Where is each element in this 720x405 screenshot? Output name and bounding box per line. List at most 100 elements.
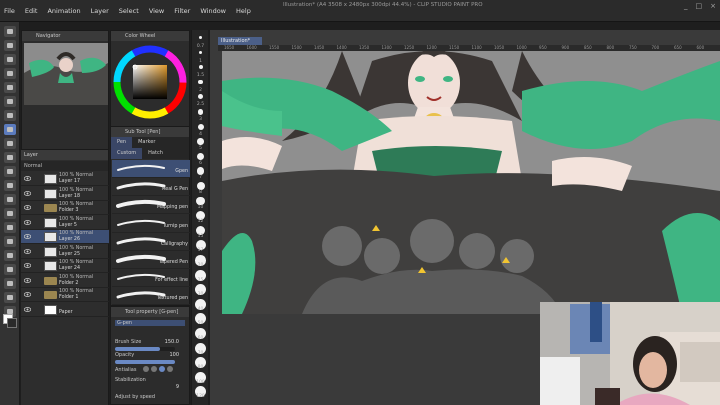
layer-row[interactable]: 100 % Normal Layer 18 <box>21 187 109 201</box>
layer-row[interactable]: 100 % Normal Folder 3 <box>21 201 109 215</box>
layer-row[interactable]: 100 % Normal Folder 1 <box>21 288 109 302</box>
menu-view[interactable]: View <box>149 7 164 15</box>
layer-row[interactable]: 100 % Normal Layer 5 <box>21 216 109 230</box>
brush-item[interactable]: Real G Pen <box>112 178 190 197</box>
visibility-eye-icon[interactable] <box>23 176 32 181</box>
visibility-eye-icon[interactable] <box>23 248 32 254</box>
tab-marker[interactable]: Marker <box>132 137 161 148</box>
menu-layer[interactable]: Layer <box>91 7 109 15</box>
visibility-eye-icon[interactable] <box>23 263 32 268</box>
move-tool-icon[interactable] <box>4 40 16 51</box>
brush-size-preset-value: 80 <box>197 365 204 371</box>
selection-tool-icon[interactable] <box>4 82 16 93</box>
brush-item[interactable]: Mapping pen <box>112 196 190 215</box>
adjust-by-speed-label[interactable]: Adjust by speed <box>115 394 155 400</box>
brush-size-preset[interactable] <box>198 50 203 55</box>
eyedropper-tool-icon[interactable] <box>4 110 16 121</box>
visibility-eye-icon[interactable] <box>23 234 32 239</box>
layer-row[interactable]: 100 % Normal Layer 25 <box>21 245 109 259</box>
canvas[interactable] <box>222 51 720 314</box>
brush-size-label: Brush Size <box>115 339 142 345</box>
brush-size-preset[interactable] <box>196 167 205 175</box>
visibility-eye-icon[interactable] <box>23 292 32 297</box>
layer-row[interactable]: 100 % Normal Layer 24 <box>21 259 109 273</box>
menu-filter[interactable]: Filter <box>174 7 190 15</box>
brush-item[interactable]: Tapered Pen <box>112 251 190 269</box>
brush-item[interactable]: Gpen <box>112 160 190 178</box>
maximize-button[interactable]: □ <box>696 2 703 10</box>
tab-custom[interactable]: Custom <box>111 148 143 159</box>
balloon-tool-icon[interactable] <box>4 292 16 303</box>
layer-row[interactable]: 100 % Normal Layer 26 <box>21 230 109 244</box>
visibility-eye-icon[interactable] <box>23 277 32 283</box>
brush-size-preset[interactable] <box>196 182 205 190</box>
text-tool-icon[interactable] <box>4 278 16 289</box>
brush-size-preset[interactable] <box>198 65 203 70</box>
move-layer-tool-icon[interactable] <box>4 68 16 79</box>
tab-pen[interactable]: Pen <box>111 137 133 148</box>
brush-name: Turnip pen <box>162 223 188 229</box>
ruler-mark: 650 <box>674 45 682 50</box>
brush-size-preset[interactable] <box>198 94 203 100</box>
gradient-tool-icon[interactable] <box>4 236 16 247</box>
minimize-button[interactable]: _ <box>684 2 688 10</box>
blend-tool-icon[interactable] <box>4 208 16 219</box>
zoom-tool-icon[interactable] <box>4 26 16 37</box>
figure-tool-icon[interactable] <box>4 250 16 261</box>
layer-blend-info: 100 % Normal <box>59 216 94 222</box>
visibility-eye-icon[interactable] <box>23 190 32 196</box>
visibility-eye-icon[interactable] <box>23 219 32 225</box>
brush-size-preset-value: 12 <box>197 219 204 225</box>
frame-tool-icon[interactable] <box>4 264 16 275</box>
brush-size-preset[interactable] <box>197 138 204 145</box>
color-wheel[interactable] <box>111 42 189 128</box>
close-button[interactable]: × <box>710 2 716 10</box>
operation-tool-icon[interactable] <box>4 54 16 65</box>
pen-tool-icon[interactable] <box>4 124 16 135</box>
sub-color-swatch[interactable] <box>7 318 17 328</box>
eraser-tool-icon[interactable] <box>4 194 16 205</box>
brush-tool-icon[interactable] <box>4 152 16 163</box>
menu-window[interactable]: Window <box>200 7 226 15</box>
navigator-preview[interactable] <box>24 43 108 105</box>
ruler-mark: 800 <box>606 45 615 50</box>
antialias-options[interactable] <box>143 366 173 372</box>
menu-select[interactable]: Select <box>119 7 139 15</box>
airbrush-tool-icon[interactable] <box>4 166 16 177</box>
layer-row[interactable]: 100 % Normal Layer 17 <box>21 172 109 186</box>
brush-size-value[interactable]: 150.0 <box>165 339 179 345</box>
auto-select-tool-icon[interactable] <box>4 96 16 107</box>
brush-item[interactable]: Calligraphy <box>112 233 190 251</box>
brush-item[interactable]: For effect line <box>112 269 190 288</box>
brush-item[interactable]: Textured pen <box>112 287 190 306</box>
tool-property-title: Tool property [G-pen] <box>111 307 189 317</box>
brush-size-preset[interactable] <box>197 152 204 160</box>
menu-file[interactable]: File <box>4 7 15 15</box>
menu-edit[interactable]: Edit <box>25 7 38 15</box>
document-tab[interactable]: Illustration* <box>218 37 262 45</box>
blend-mode-select[interactable]: Normal <box>21 161 108 171</box>
brush-size-preset[interactable] <box>198 79 203 85</box>
menu-help[interactable]: Help <box>236 7 251 15</box>
folder-icon <box>44 276 57 285</box>
visibility-eye-icon[interactable] <box>23 205 32 210</box>
brush-size-preset[interactable] <box>197 109 204 115</box>
opacity-value[interactable]: 100 <box>169 352 179 358</box>
layer-row[interactable]: 100 % Normal Folder 2 <box>21 274 109 288</box>
brush-size-slider[interactable] <box>115 347 175 351</box>
fill-tool-icon[interactable] <box>4 222 16 233</box>
layer-row[interactable]: Paper <box>21 303 109 317</box>
artwork <box>222 51 720 314</box>
tab-hatch[interactable]: Hatch <box>142 148 169 159</box>
decoration-tool-icon[interactable] <box>4 180 16 191</box>
visibility-eye-icon[interactable] <box>23 306 32 312</box>
opacity-slider[interactable] <box>115 360 175 364</box>
brush-item[interactable]: Turnip pen <box>112 215 190 233</box>
menu-animation[interactable]: Animation <box>47 7 80 15</box>
brush-size-preset[interactable] <box>197 123 204 130</box>
brush-size-preset-value: 30 <box>197 292 204 298</box>
brush-size-preset[interactable] <box>199 36 202 39</box>
stabilization-value[interactable]: 9 <box>176 384 179 390</box>
pencil-tool-icon[interactable] <box>4 138 16 149</box>
layer-panel: Layer Normal 100 % Normal Layer 17 100 % N… <box>21 150 109 405</box>
